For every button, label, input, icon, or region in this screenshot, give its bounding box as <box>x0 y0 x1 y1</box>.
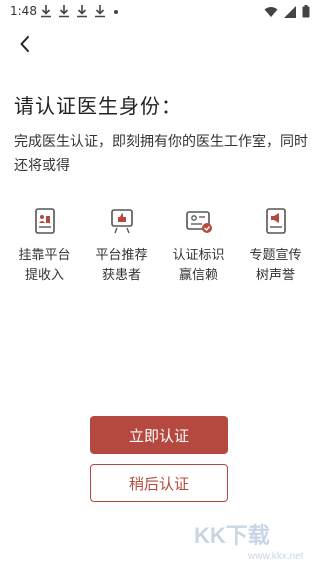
status-time: 1:48 <box>10 4 37 18</box>
benefit-item: 专题宣传 树声誉 <box>241 206 311 286</box>
notification-icons <box>40 4 120 21</box>
description: 完成医生认证，即刻拥有你的医生工作室，同时还将或得 <box>14 134 308 174</box>
watermark-text: KK下载 <box>194 523 270 548</box>
benefit-item: 认证标识 赢信赖 <box>164 206 234 286</box>
thumbs-up-icon <box>110 209 133 234</box>
download-icon <box>40 4 52 18</box>
verified-card-icon <box>185 211 212 233</box>
battery-icon <box>302 5 310 21</box>
document-id-icon <box>34 208 55 234</box>
benefits-row: 挂靠平台 提收入 平台推荐 获患者 认证标识 赢信赖 专题宣传 树声誉 <box>0 206 320 286</box>
benefit-label: 认证标识 <box>172 248 225 263</box>
chevron-left-icon <box>20 36 29 52</box>
dot-icon <box>112 4 120 21</box>
benefit-label: 专题宣传 <box>249 248 302 263</box>
download-icon <box>76 4 88 18</box>
download-icon <box>94 4 106 18</box>
benefit-label: 获患者 <box>101 268 141 283</box>
verify-now-button[interactable]: 立即认证 <box>90 416 228 454</box>
megaphone-doc-icon <box>265 208 286 234</box>
system-icons <box>264 5 310 21</box>
wifi-icon <box>264 6 278 21</box>
benefit-label: 赢信赖 <box>178 268 218 283</box>
back-button[interactable] <box>14 32 38 56</box>
benefit-label: 挂靠平台 <box>18 248 71 263</box>
status-bar: 1:48 <box>0 0 320 24</box>
watermark-logo: KK下载 www.kkx.net <box>194 523 304 562</box>
benefit-label: 树声誉 <box>255 268 295 283</box>
signal-icon <box>284 5 296 21</box>
page-title: 请认证医生身份： <box>14 94 182 118</box>
benefit-item: 平台推荐 获患者 <box>87 206 157 286</box>
download-icon <box>58 4 70 18</box>
verify-later-button[interactable]: 稍后认证 <box>90 464 228 502</box>
benefit-label: 提收入 <box>24 268 64 283</box>
watermark-url: www.kkx.net <box>247 551 304 562</box>
benefit-item: 挂靠平台 提收入 <box>10 206 80 286</box>
benefit-label: 平台推荐 <box>95 248 148 263</box>
